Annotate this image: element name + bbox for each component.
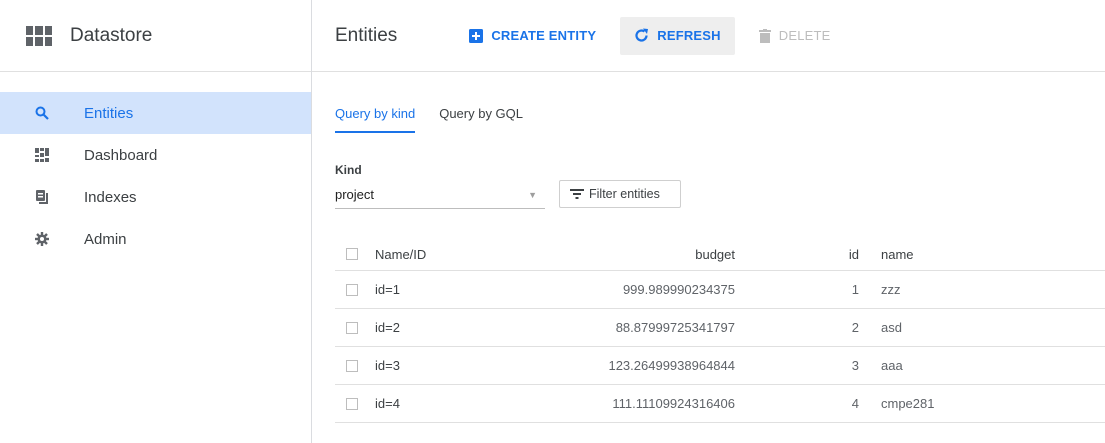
table-row: id=4 111.11109924316406 4 cmpe281 [335,385,1105,423]
datastore-logo-icon [26,25,52,46]
tab-query-by-gql[interactable]: Query by GQL [439,106,523,133]
sidebar-item-admin[interactable]: Admin [0,218,311,260]
kind-label: Kind [335,163,362,177]
cell-id: 1 [851,282,859,297]
trash-icon [758,28,771,43]
sidebar: Datastore Entities Dashboard Indexes Adm… [0,0,312,443]
entity-key-link[interactable]: id=1 [375,282,495,297]
gear-icon [34,231,50,247]
chevron-down-icon: ▼ [528,189,537,200]
row-checkbox[interactable] [346,397,358,410]
indexes-icon [34,189,50,205]
select-all-checkbox[interactable] [346,248,358,260]
cell-id: 3 [851,358,859,373]
column-header-budget[interactable]: budget [495,247,735,262]
column-header-id[interactable]: id [735,247,859,262]
refresh-button[interactable]: REFRESH [620,16,735,55]
column-header-name[interactable]: name [859,247,1081,262]
sidebar-item-label: Admin [84,230,127,248]
refresh-label: REFRESH [657,28,721,43]
query-tabs: Query by kind Query by GQL [335,106,547,133]
kind-select[interactable]: project ▼ [335,181,545,209]
cell-name: zzz [881,282,901,297]
refresh-icon [634,28,649,43]
sidebar-item-indexes[interactable]: Indexes [0,176,311,218]
cell-name: asd [881,320,902,335]
filter-icon [570,188,584,200]
page-title: Entities [335,24,398,46]
kind-select-value: project [335,187,375,202]
row-checkbox[interactable] [346,359,358,372]
cell-id: 4 [851,396,859,411]
table-row: id=3 123.26499938964844 3 aaa [335,347,1105,385]
entities-table: Name/ID budget id name id=1 999.98999023… [335,238,1105,423]
entity-key-link[interactable]: id=4 [375,396,495,411]
row-checkbox[interactable] [346,321,358,334]
sidebar-item-label: Indexes [84,188,137,206]
cell-id: 2 [851,320,859,335]
add-box-icon [469,28,484,43]
cell-name: cmpe281 [881,396,935,411]
filter-entities-label: Filter entities [589,187,660,201]
create-entity-label: CREATE ENTITY [491,28,597,43]
sidebar-item-entities[interactable]: Entities [0,92,311,134]
sidebar-item-dashboard[interactable]: Dashboard [0,134,311,176]
row-checkbox[interactable] [346,283,358,296]
sidebar-item-label: Entities [84,104,134,122]
toolbar: Entities CREATE ENTITY REFRESH DELETE [312,0,1105,72]
table-row: id=2 88.87999725341797 2 asd [335,309,1105,347]
cell-budget: 999.989990234375 [622,282,735,297]
entity-key-link[interactable]: id=3 [375,358,495,373]
create-entity-button[interactable]: CREATE ENTITY [455,17,610,55]
table-header-row: Name/ID budget id name [335,238,1105,271]
table-row: id=1 999.989990234375 1 zzz [335,271,1105,309]
sidebar-header: Datastore [0,0,311,72]
product-title: Datastore [70,24,153,46]
cell-budget: 123.26499938964844 [608,358,735,373]
column-header-name-id[interactable]: Name/ID [375,247,495,262]
sidebar-nav: Entities Dashboard Indexes Admin [0,72,311,260]
entity-key-link[interactable]: id=2 [375,320,495,335]
cell-name: aaa [881,358,903,373]
cell-budget: 88.87999725341797 [615,320,735,335]
dashboard-icon [34,147,50,163]
main-content: Entities CREATE ENTITY REFRESH DELETE Qu… [312,0,1105,443]
cell-budget: 111.11109924316406 [612,396,735,411]
tab-query-by-kind[interactable]: Query by kind [335,106,416,133]
search-icon [34,105,50,121]
delete-label: DELETE [778,28,831,43]
sidebar-item-label: Dashboard [84,146,158,164]
delete-button[interactable]: DELETE [745,17,845,55]
filter-entities-button[interactable]: Filter entities [559,180,681,208]
